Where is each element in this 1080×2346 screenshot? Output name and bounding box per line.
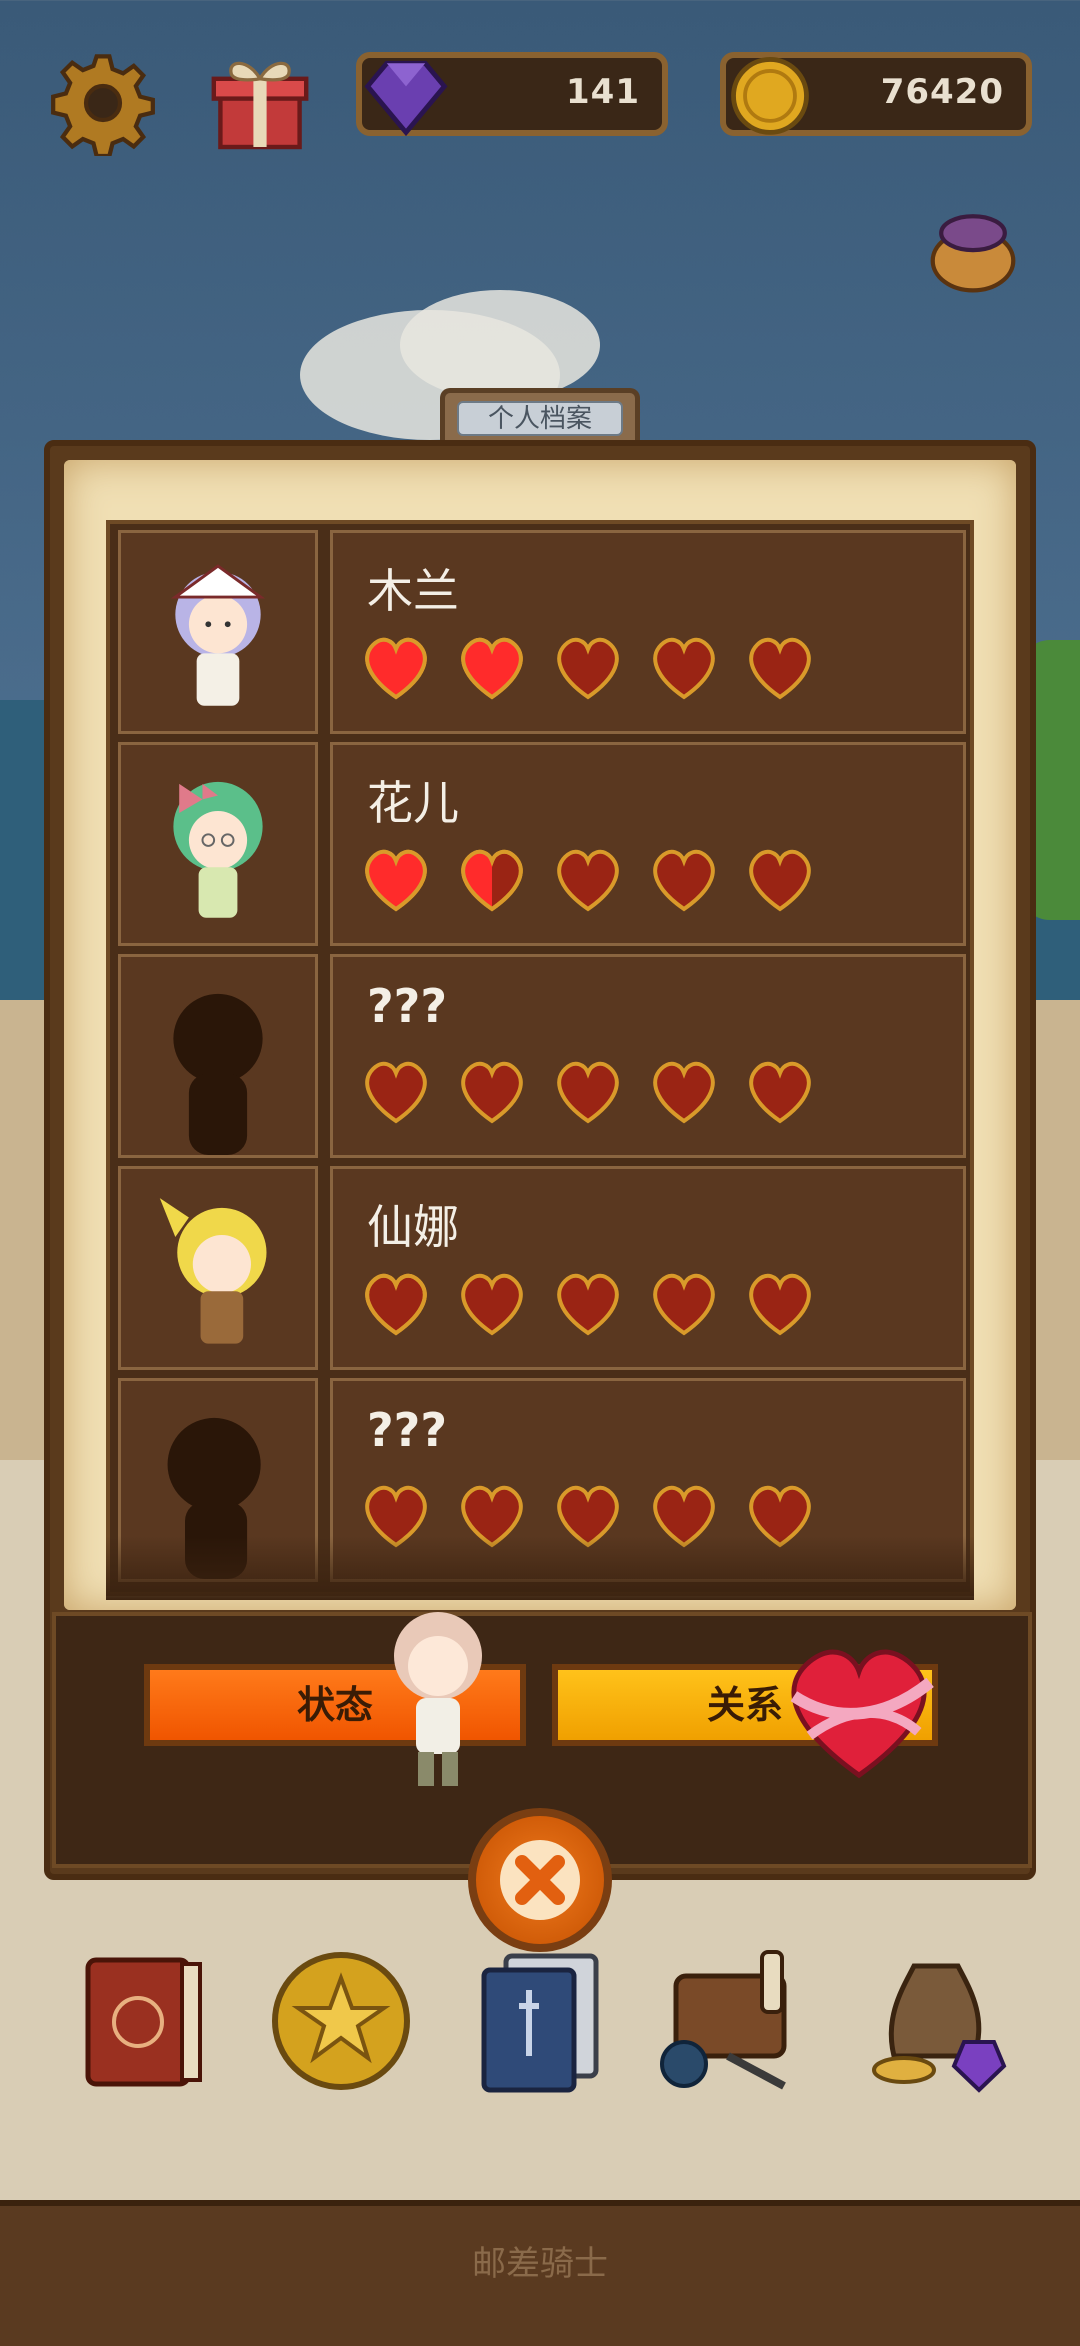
list-scroll-fade <box>106 1536 974 1600</box>
affection-heart-icon <box>461 1273 523 1336</box>
gift-box-icon[interactable] <box>205 48 315 158</box>
gems-counter: 141 <box>356 52 668 137</box>
character-info: 木兰 <box>330 530 966 734</box>
affection-heart-icon <box>557 849 619 912</box>
relationship-heart-icon <box>790 1649 934 1779</box>
gold-coin-icon <box>731 57 809 135</box>
character-name: ??? <box>367 1403 448 1457</box>
affection-heart-icon <box>749 1061 811 1124</box>
panel-title: 个人档案 <box>457 401 623 436</box>
affection-heart-icon <box>461 637 523 700</box>
affection-heart-icon <box>749 1273 811 1336</box>
close-icon <box>500 1840 580 1920</box>
character-name: 花儿 <box>367 776 459 830</box>
character-info: ??? <box>330 954 966 1158</box>
character-portrait-locked <box>118 954 318 1158</box>
affection-heart-icon <box>653 637 715 700</box>
affection-heart-icon <box>365 1273 427 1336</box>
star-coin-icon[interactable] <box>268 1946 414 2096</box>
inventory-bag-icon[interactable] <box>658 1946 804 2096</box>
affection-heart-icon <box>653 1061 715 1124</box>
top-bar: 141 76420 <box>0 0 1080 200</box>
affection-hearts <box>359 845 817 915</box>
affection-heart-icon <box>461 849 523 912</box>
coins-value: 76420 <box>880 72 1004 112</box>
affection-heart-icon <box>365 637 427 700</box>
affection-heart-icon <box>749 849 811 912</box>
character-portrait <box>118 1166 318 1370</box>
treasure-sack-icon[interactable] <box>864 1946 1010 2096</box>
character-info: 花儿 <box>330 742 966 946</box>
affection-heart-icon <box>557 637 619 700</box>
background-cloud <box>400 290 600 400</box>
affection-heart-icon <box>653 849 715 912</box>
character-list[interactable]: 木兰 花儿 ??? 仙娜 ??? <box>106 520 974 1596</box>
character-row[interactable]: 花儿 <box>118 742 966 946</box>
character-row[interactable]: 仙娜 <box>118 1166 966 1370</box>
game-title: 邮差骑士 <box>472 2244 608 2284</box>
character-name: 木兰 <box>367 564 459 618</box>
affection-hearts <box>359 633 817 703</box>
player-chibi-character <box>394 1612 482 1786</box>
affection-hearts <box>359 1269 817 1339</box>
affection-heart-icon <box>365 1061 427 1124</box>
affection-heart-icon <box>365 849 427 912</box>
character-row[interactable]: 木兰 <box>118 530 966 734</box>
affection-heart-icon <box>749 637 811 700</box>
panel-title-tab: 个人档案 <box>440 388 640 440</box>
character-name: 仙娜 <box>367 1200 459 1254</box>
close-button[interactable] <box>468 1808 612 1952</box>
gems-value: 141 <box>566 72 640 112</box>
card-deck-icon[interactable] <box>466 1946 612 2096</box>
character-portrait <box>118 530 318 734</box>
affection-heart-icon <box>557 1061 619 1124</box>
affection-heart-icon <box>653 1273 715 1336</box>
purple-gem-icon <box>364 60 448 137</box>
affection-heart-icon <box>461 1061 523 1124</box>
affection-heart-icon <box>557 1273 619 1336</box>
affection-hearts <box>359 1057 817 1127</box>
character-row[interactable]: ??? <box>118 954 966 1158</box>
character-info: 仙娜 <box>330 1166 966 1370</box>
book-icon[interactable] <box>72 1946 218 2096</box>
coins-counter: 76420 <box>720 52 1032 136</box>
character-portrait <box>118 742 318 946</box>
settings-gear-icon[interactable] <box>50 50 156 159</box>
character-name: ??? <box>367 979 448 1033</box>
treasure-pot-icon[interactable] <box>920 195 1026 301</box>
